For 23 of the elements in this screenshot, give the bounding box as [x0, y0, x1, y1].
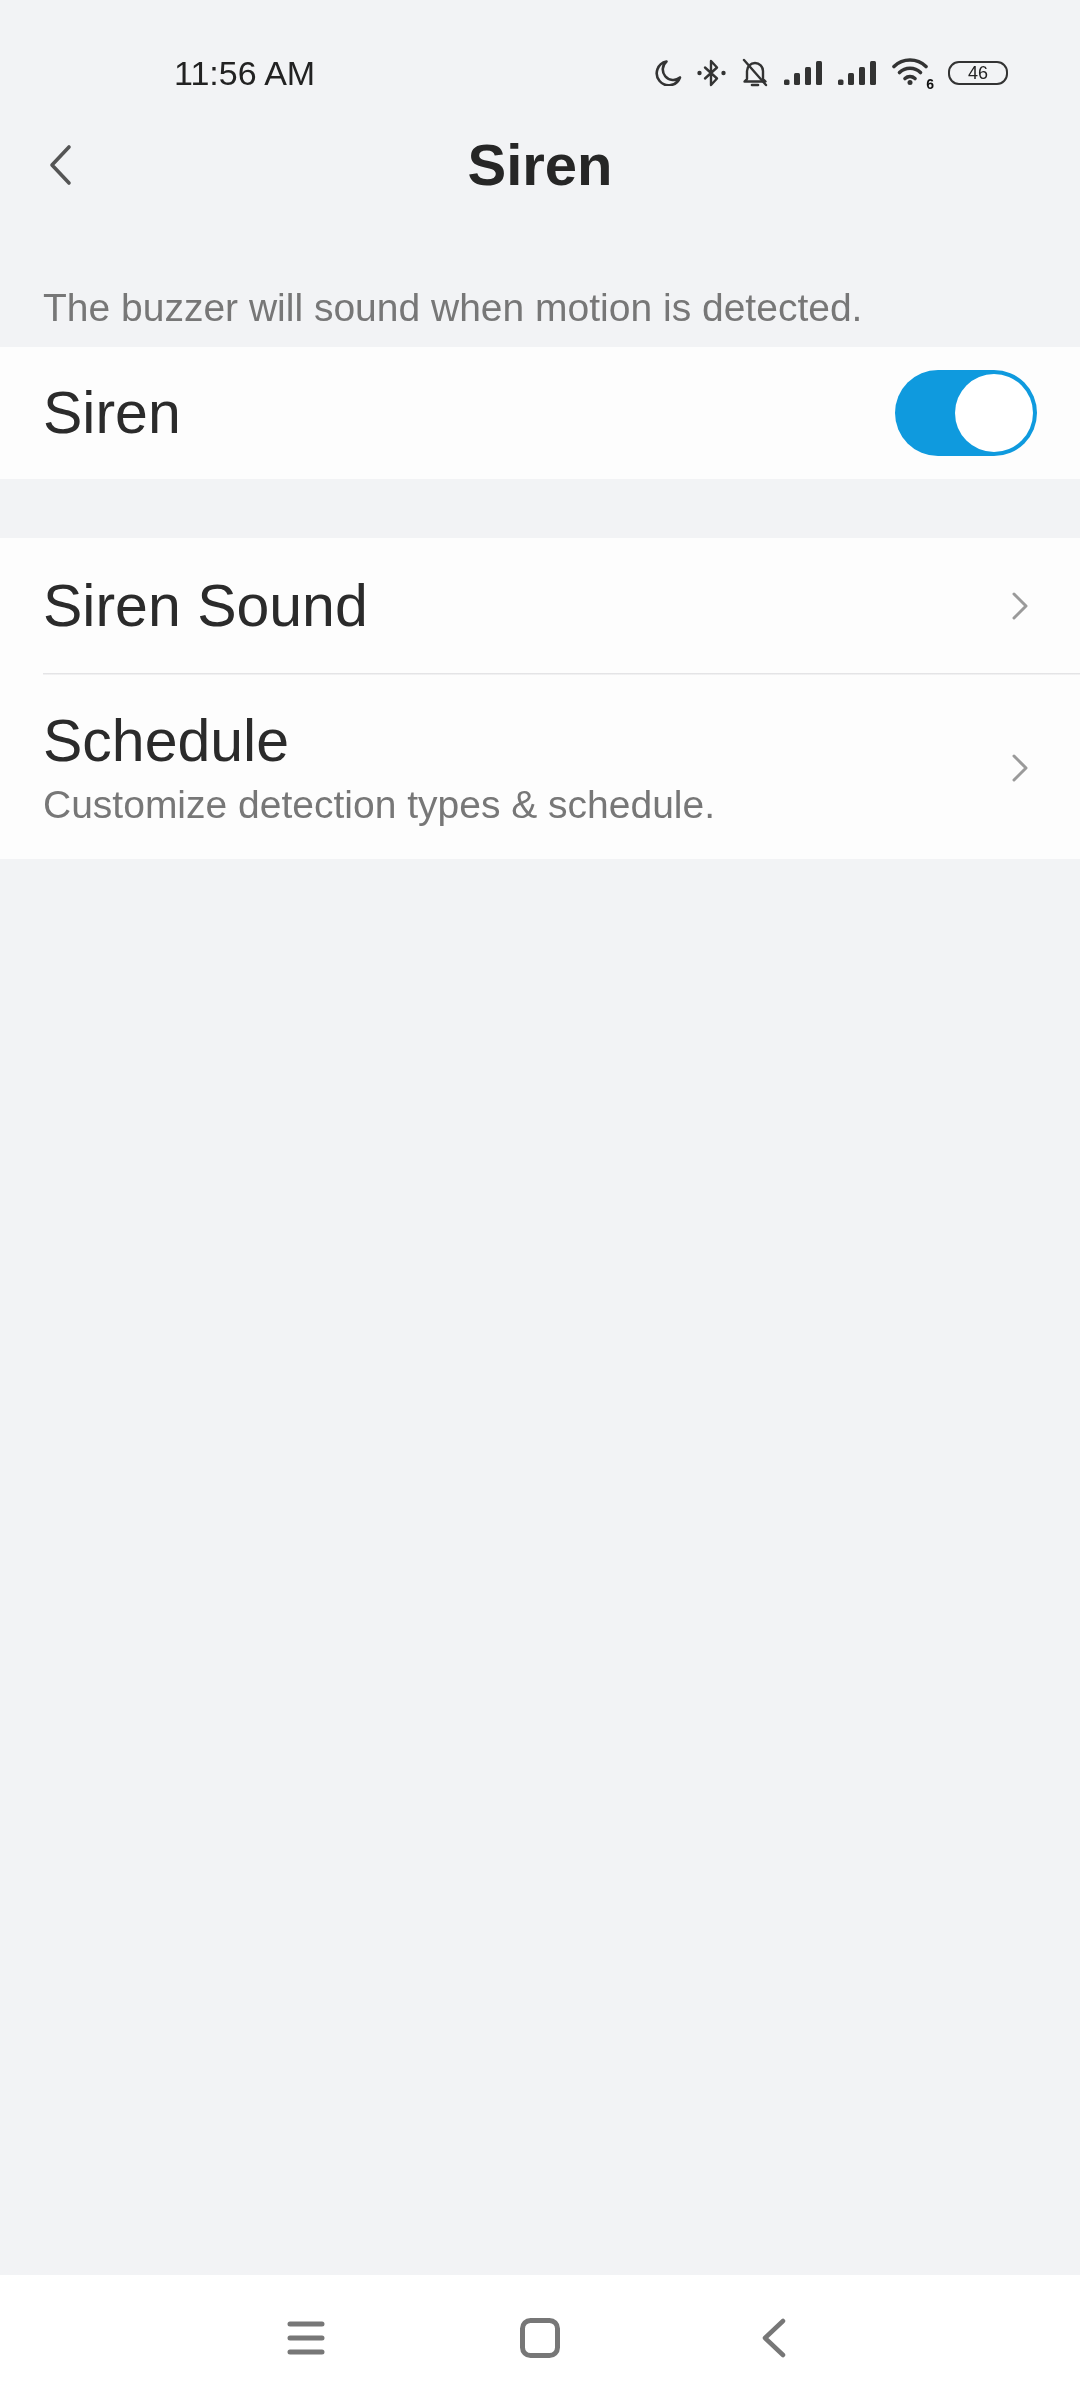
- row-label: Schedule: [43, 708, 290, 774]
- row-label: Siren: [43, 380, 181, 446]
- settings-row[interactable]: Siren Sound: [0, 538, 1080, 673]
- wifi-icon: [892, 57, 928, 85]
- back-nav-icon[interactable]: [761, 2317, 787, 2358]
- signal-icon: [838, 61, 878, 85]
- section-description: The buzzer will sound when motion is detected.: [43, 285, 864, 331]
- back-icon[interactable]: [47, 144, 73, 186]
- page-title: Siren: [467, 131, 613, 199]
- battery-indicator: 46: [948, 61, 1008, 85]
- menu-icon[interactable]: [287, 2320, 325, 2355]
- wifi-generation-label: 6: [926, 77, 934, 91]
- status-time: 11:56 AM: [174, 53, 316, 93]
- signal-icon: [784, 61, 824, 85]
- bluetooth-icon: [697, 59, 726, 87]
- row-label: Siren Sound: [43, 572, 368, 639]
- moon-icon: [653, 60, 683, 86]
- chevron-right-icon: [1010, 590, 1030, 621]
- bell-off-icon: [740, 58, 770, 88]
- row-subtitle: Customize detection types & schedule.: [43, 782, 716, 828]
- settings-row[interactable]: Schedule Customize detection types & schedule.: [0, 673, 1080, 859]
- chevron-right-icon: [1010, 753, 1030, 783]
- home-square-icon[interactable]: [520, 2317, 560, 2358]
